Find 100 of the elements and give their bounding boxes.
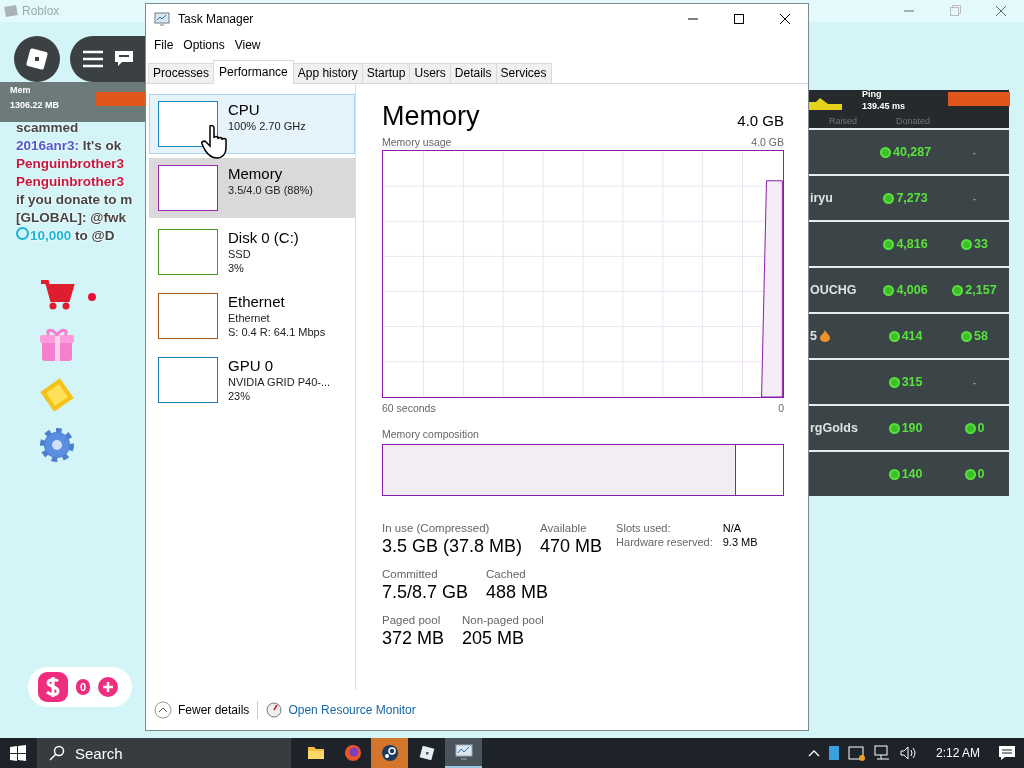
chat-message: Penguinbrother3 (16, 173, 124, 191)
clock: 2:12 AM (935, 746, 980, 760)
stat-label: Slots used: (616, 522, 672, 534)
monitor-icon (454, 743, 473, 761)
stat-value: 9.3 MB (722, 536, 758, 548)
resource-item[interactable]: Ethernet Ethernet S: 0.4 R: 64.1 Mbps (149, 286, 355, 346)
chat-message: 2016anr3: It's ok (16, 137, 122, 155)
ping-label: Ping (862, 89, 883, 99)
resource-monitor-link[interactable]: Open Resource Monitor (266, 702, 416, 718)
resource-name: Memory (228, 165, 284, 183)
gauge-icon (266, 702, 283, 718)
stat-label: Non-paged pool (462, 614, 544, 626)
stat-label: In use (Compressed) (382, 522, 491, 534)
chat-icon[interactable] (114, 50, 134, 68)
fewer-details-button[interactable]: Fewer details (154, 701, 250, 719)
raised-amount: 4,816 (896, 237, 928, 251)
resource-detail: NVIDIA GRID P40-... (228, 375, 331, 389)
chat-message: 10,000 to @D (16, 227, 115, 245)
raised-amount: 315 (901, 375, 923, 389)
robux-icon (952, 284, 964, 296)
close-icon[interactable] (779, 13, 791, 25)
volume-icon[interactable] (899, 745, 918, 761)
resource-name: Ethernet (228, 293, 286, 311)
tab[interactable]: Performance (213, 60, 294, 84)
stat-label: Paged pool (382, 614, 442, 626)
robux-icon (879, 146, 891, 158)
add-button[interactable] (98, 677, 118, 697)
donated-amount: 2,157 (965, 283, 997, 297)
raised-amount: 4,006 (896, 283, 928, 297)
resource-item[interactable]: Disk 0 (C:) SSD 3% (149, 222, 355, 282)
stat-value: 488 MB (486, 581, 549, 604)
tab[interactable]: Startup (361, 63, 411, 83)
time-label: 60 seconds (382, 402, 436, 414)
notification-icon[interactable] (998, 745, 1016, 761)
donated-amount: - (972, 192, 977, 204)
stat-value: 205 MB (462, 627, 526, 650)
chat-message: [GLOBAL]: @fwk (16, 209, 126, 227)
windows-logo-icon[interactable] (10, 745, 26, 761)
raised-amount: 7,273 (896, 191, 928, 205)
tab[interactable]: Users (409, 63, 451, 83)
donated-amount: 0 (977, 467, 985, 481)
monitor-icon (154, 12, 170, 26)
donated-amount: 33 (974, 237, 988, 251)
chevron-up-icon[interactable] (807, 749, 820, 757)
memory-label: Mem (10, 85, 32, 95)
donated-amount: - (972, 376, 977, 388)
roblox-icon (417, 744, 436, 762)
stat-value: 470 MB (540, 535, 603, 558)
search-icon (49, 745, 65, 761)
roblox-logo-icon (25, 47, 49, 71)
tab[interactable]: Details (449, 63, 497, 83)
memory-total: 4.0 GB (737, 112, 784, 131)
dollar-icon (44, 676, 62, 698)
robux-icon (888, 422, 900, 434)
graph-label: Memory usage (382, 136, 452, 148)
robux-icon (888, 330, 900, 342)
stat-value: 3.5 GB (37.8 MB) (382, 535, 523, 558)
menu-item[interactable]: View (229, 38, 266, 52)
composition-label: Memory composition (382, 428, 480, 440)
tab[interactable]: Processes (148, 63, 215, 83)
settings-icon[interactable] (38, 426, 76, 464)
robux-icon (961, 330, 973, 342)
status-icon[interactable] (847, 745, 866, 761)
resource-detail: Ethernet (228, 311, 271, 325)
taskbar-app[interactable] (371, 738, 408, 768)
section-title: Memory (382, 101, 480, 132)
player-name: 5 (810, 329, 817, 343)
menu-item[interactable]: File (149, 38, 179, 52)
time-end: 0 (778, 402, 784, 414)
robux-icon (964, 422, 976, 434)
stat-label: Available (540, 522, 588, 534)
resource-item[interactable]: Memory 3.5/4.0 GB (88%) (149, 158, 355, 218)
raised-amount: 40,287 (892, 145, 932, 159)
donated-amount: 58 (974, 329, 988, 343)
stat-label: Cached (486, 568, 527, 580)
chat-message: scammed (16, 119, 79, 137)
menu-icon[interactable] (82, 50, 104, 68)
roblox-menu-button[interactable] (14, 36, 60, 82)
menu-item[interactable]: Options (178, 38, 230, 52)
search-field[interactable]: Search (37, 738, 291, 768)
graph-max: 4.0 GB (751, 136, 784, 148)
robux-icon (883, 238, 895, 250)
maximize-icon[interactable] (733, 13, 745, 25)
donated-amount: 0 (977, 421, 985, 435)
robux-icon (888, 376, 900, 388)
app-tray-icon[interactable] (827, 745, 840, 761)
taskbar-app[interactable] (445, 738, 482, 768)
resource-name: GPU 0 (228, 357, 274, 375)
robux-icon (964, 468, 976, 480)
robux-icon (961, 238, 973, 250)
resource-item[interactable]: GPU 0 NVIDIA GRID P40-... 23% (149, 350, 355, 410)
resource-detail: 100% 2.70 GHz (228, 119, 306, 133)
tab[interactable]: App history (292, 63, 363, 83)
network-icon[interactable] (873, 745, 892, 761)
ping-graph (808, 96, 842, 110)
resource-item[interactable]: CPU 100% 2.70 GHz (149, 94, 355, 154)
raised-amount: 190 (901, 421, 923, 435)
tab[interactable]: Services (495, 63, 552, 83)
window-title: Task Manager (178, 12, 254, 26)
chat-message: if you donate to m (16, 191, 133, 209)
